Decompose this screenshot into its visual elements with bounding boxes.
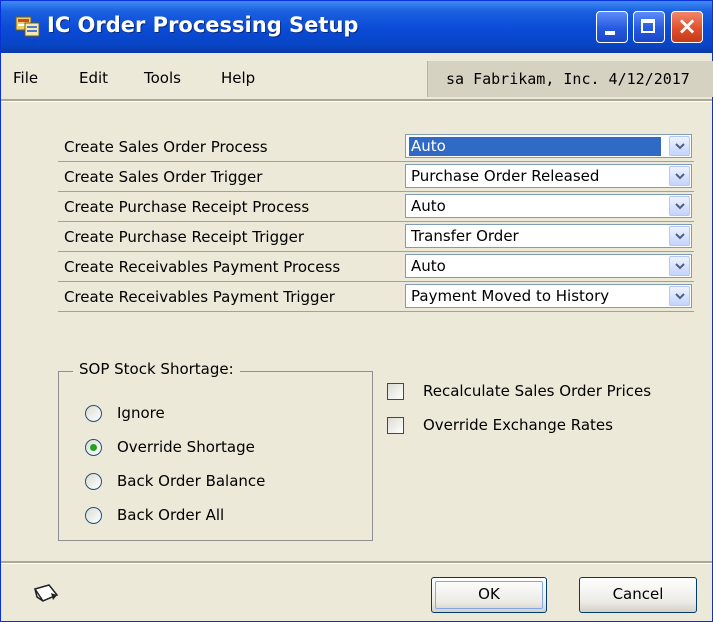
- chevron-down-icon: [675, 173, 685, 180]
- setting-row-purchase-receipt-process: Create Purchase Receipt Process Auto: [58, 191, 694, 222]
- maximize-icon: [641, 19, 655, 33]
- dropdown-value: Auto: [411, 257, 446, 275]
- radio-button[interactable]: [85, 439, 102, 456]
- company-info: sa Fabrikam, Inc. 4/12/2017: [446, 70, 690, 88]
- setting-row-sales-order-process: Create Sales Order Process Auto: [58, 131, 694, 162]
- setting-row-receivables-payment-trigger: Create Receivables Payment Trigger Payme…: [58, 281, 694, 312]
- sales-order-trigger-dropdown[interactable]: Purchase Order Released: [405, 164, 692, 188]
- chevron-down-icon: [675, 203, 685, 210]
- sales-order-process-dropdown[interactable]: Auto: [405, 134, 692, 158]
- radio-button[interactable]: [85, 507, 102, 524]
- purchase-receipt-process-dropdown[interactable]: Auto: [405, 194, 692, 218]
- window: IC Order Processing Setup × File Edit To…: [0, 0, 713, 622]
- receivables-payment-process-dropdown[interactable]: Auto: [405, 254, 692, 278]
- dropdown-button[interactable]: [669, 166, 690, 186]
- close-button[interactable]: ×: [671, 11, 703, 43]
- setting-label: Create Sales Order Process: [64, 138, 268, 156]
- ok-button[interactable]: OK: [431, 577, 547, 613]
- dropdown-value: Transfer Order: [411, 227, 519, 245]
- dropdown-button[interactable]: [669, 286, 690, 306]
- menu-divider: [1, 99, 712, 102]
- cancel-button[interactable]: Cancel: [579, 577, 697, 613]
- radio-label: Ignore: [117, 404, 165, 422]
- radio-button[interactable]: [85, 473, 102, 490]
- setting-label: Create Sales Order Trigger: [64, 168, 263, 186]
- dropdown-value: Auto: [411, 197, 446, 215]
- radio-label: Override Shortage: [117, 438, 255, 456]
- receivables-payment-trigger-dropdown[interactable]: Payment Moved to History: [405, 284, 692, 308]
- maximize-button[interactable]: [633, 11, 665, 43]
- dropdown-value: Payment Moved to History: [411, 287, 610, 305]
- radio-label: Back Order Balance: [117, 472, 266, 490]
- dropdown-button[interactable]: [669, 256, 690, 276]
- title-bar[interactable]: IC Order Processing Setup ×: [1, 1, 712, 53]
- dropdown-button[interactable]: [669, 136, 690, 156]
- setting-row-sales-order-trigger: Create Sales Order Trigger Purchase Orde…: [58, 161, 694, 192]
- group-title: SOP Stock Shortage:: [73, 360, 240, 378]
- footer-divider: [1, 561, 712, 564]
- setting-label: Create Purchase Receipt Trigger: [64, 228, 305, 246]
- dropdown-value: Purchase Order Released: [411, 167, 600, 185]
- chevron-down-icon: [675, 293, 685, 300]
- dropdown-button[interactable]: [669, 196, 690, 216]
- dropdown-button[interactable]: [669, 226, 690, 246]
- setting-row-purchase-receipt-trigger: Create Purchase Receipt Trigger Transfer…: [58, 221, 694, 252]
- focus-ring: [435, 581, 543, 609]
- menu-edit[interactable]: Edit: [79, 69, 108, 87]
- setting-label: Create Receivables Payment Trigger: [64, 288, 335, 306]
- close-icon: ×: [676, 12, 698, 40]
- company-info-bar: sa Fabrikam, Inc. 4/12/2017: [427, 61, 713, 97]
- dropdown-value: Auto: [408, 136, 662, 157]
- chevron-down-icon: [675, 143, 685, 150]
- minimize-icon: [605, 31, 615, 35]
- cancel-button-label: Cancel: [612, 585, 664, 603]
- menu-bar: File Edit Tools Help sa Fabrikam, Inc. 4…: [1, 57, 713, 97]
- purchase-receipt-trigger-dropdown[interactable]: Transfer Order: [405, 224, 692, 248]
- app-icon: [15, 16, 40, 37]
- stock-shortage-group: SOP Stock Shortage: Ignore Override Shor…: [58, 360, 373, 541]
- recalculate-prices-checkbox[interactable]: [387, 383, 404, 400]
- checkbox-label: Override Exchange Rates: [423, 416, 613, 434]
- setting-label: Create Receivables Payment Process: [64, 258, 341, 276]
- menu-tools[interactable]: Tools: [144, 69, 181, 87]
- radio-label: Back Order All: [117, 506, 225, 524]
- menu-file[interactable]: File: [13, 69, 38, 87]
- menu-help[interactable]: Help: [221, 69, 255, 87]
- setting-label: Create Purchase Receipt Process: [64, 198, 310, 216]
- note-icon[interactable]: [31, 583, 61, 605]
- chevron-down-icon: [675, 263, 685, 270]
- checkbox-label: Recalculate Sales Order Prices: [423, 382, 652, 400]
- minimize-button[interactable]: [596, 11, 628, 43]
- setting-row-receivables-payment-process: Create Receivables Payment Process Auto: [58, 251, 694, 282]
- window-title: IC Order Processing Setup: [47, 13, 359, 37]
- override-exchange-rates-checkbox[interactable]: [387, 417, 404, 434]
- chevron-down-icon: [675, 233, 685, 240]
- radio-button[interactable]: [85, 405, 102, 422]
